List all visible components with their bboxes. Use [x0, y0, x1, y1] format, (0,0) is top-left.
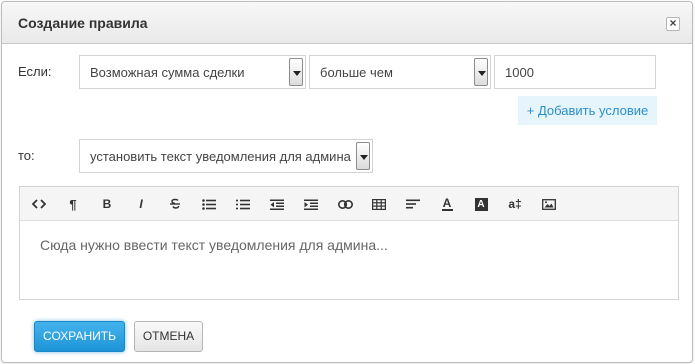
field-select-value: Возможная сумма сделки: [90, 65, 245, 80]
background-color-icon[interactable]: A: [470, 193, 492, 215]
field-select[interactable]: Возможная сумма сделки: [79, 55, 306, 89]
font-size-icon[interactable]: a‡: [504, 193, 526, 215]
rich-text-editor: ¶ B I A A a‡ Сюда нужно ввести текст уве…: [19, 186, 679, 300]
image-icon[interactable]: [538, 193, 560, 215]
editor-text-area[interactable]: Сюда нужно ввести текст уведомления для …: [20, 222, 678, 300]
create-rule-dialog: Создание правила × Если: Возможная сумма…: [1, 1, 693, 363]
operator-select[interactable]: больше чем: [309, 55, 491, 89]
unordered-list-icon[interactable]: [198, 193, 220, 215]
link-icon[interactable]: [334, 193, 356, 215]
paragraph-icon[interactable]: ¶: [62, 193, 84, 215]
save-button[interactable]: СОХРАНИТЬ: [34, 321, 125, 352]
strikethrough-icon[interactable]: [164, 193, 186, 215]
font-color-icon[interactable]: A: [436, 193, 458, 215]
italic-icon[interactable]: I: [130, 193, 152, 215]
outdent-icon[interactable]: [266, 193, 288, 215]
then-label: то:: [18, 148, 35, 163]
close-icon[interactable]: ×: [666, 17, 680, 31]
action-select[interactable]: установить текст уведомления для админа: [79, 139, 373, 173]
dialog-title: Создание правила: [18, 15, 148, 31]
editor-placeholder: Сюда нужно ввести текст уведомления для …: [40, 237, 388, 253]
code-icon[interactable]: [28, 193, 50, 215]
cancel-button[interactable]: ОТМЕНА: [134, 321, 203, 352]
ordered-list-icon[interactable]: [232, 193, 254, 215]
underline-bar: [441, 208, 453, 211]
indent-icon[interactable]: [300, 193, 322, 215]
chevron-down-icon[interactable]: [356, 142, 370, 170]
align-icon[interactable]: [402, 193, 424, 215]
table-icon[interactable]: [368, 193, 390, 215]
action-select-value: установить текст уведомления для админа: [90, 149, 351, 164]
operator-select-value: больше чем: [320, 65, 393, 80]
chevron-down-icon[interactable]: [289, 58, 303, 86]
chevron-down-icon[interactable]: [474, 58, 488, 86]
bold-icon[interactable]: B: [96, 193, 118, 215]
if-label: Если:: [18, 64, 52, 79]
amount-input[interactable]: [494, 55, 656, 89]
add-condition-button[interactable]: + Добавить условие: [518, 96, 657, 125]
font-color-glyph: A: [442, 195, 452, 210]
editor-toolbar: ¶ B I A A a‡: [20, 187, 678, 221]
dialog-titlebar: Создание правила ×: [2, 2, 692, 44]
bg-color-glyph: A: [474, 197, 488, 211]
